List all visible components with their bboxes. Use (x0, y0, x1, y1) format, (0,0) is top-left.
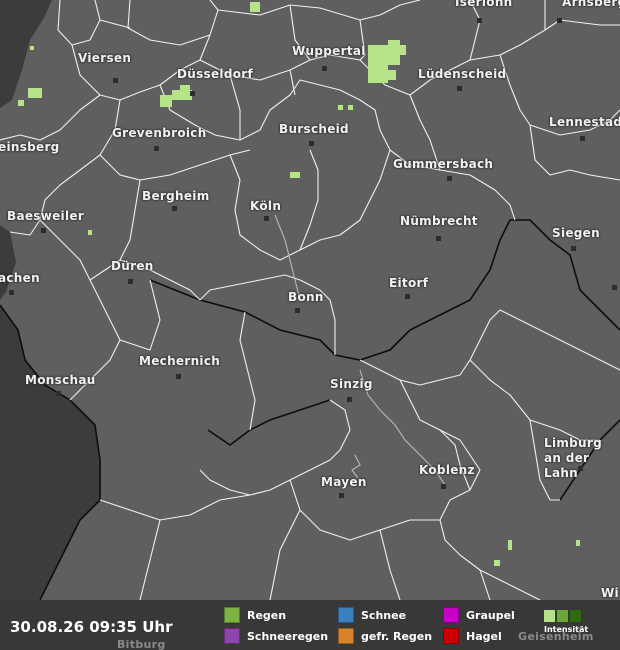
timestamp: 30.08.26 09:35 Uhr (10, 618, 173, 636)
legend-swatch (443, 628, 459, 644)
outside-area-belgium (0, 305, 100, 600)
city-dot (457, 86, 462, 91)
city-label: Koblenz (419, 463, 475, 477)
legend-label: Graupel (466, 608, 515, 622)
city-label: Arnsberg (562, 0, 620, 9)
legend-label: Schneeregen (247, 629, 329, 643)
city-label: Wi (601, 586, 619, 600)
legend-label: Regen (247, 608, 287, 622)
legend-item-hagel: Hagel (443, 628, 502, 644)
legend-label: Schnee (361, 608, 407, 622)
map-base-layer (0, 0, 620, 601)
city-dot (176, 374, 181, 379)
city-dot (322, 66, 327, 71)
legend-swatch (224, 628, 240, 644)
city-dot (264, 216, 269, 221)
city-label: Mayen (321, 475, 367, 489)
city-label: Bonn (288, 290, 324, 304)
city-dot (9, 290, 14, 295)
legend-bar: Bitburg Geisenheim 30.08.26 09:35 Uhr Re… (0, 600, 620, 650)
city-dot (154, 146, 159, 151)
city-dot (405, 294, 410, 299)
city-dot (571, 246, 576, 251)
city-dot (190, 91, 195, 96)
city-dot (56, 391, 61, 396)
city-label: Eitorf (389, 276, 429, 290)
city-dot (309, 141, 314, 146)
city-label: Sinzig (330, 377, 373, 391)
city-label: Siegen (552, 226, 600, 240)
intensity-scale: Intensität (544, 610, 588, 634)
city-label: Düren (111, 259, 154, 273)
legend-label: Hagel (466, 629, 502, 643)
legend-item-graupel: Graupel (443, 607, 515, 623)
city-label: Monschau (25, 373, 96, 387)
city-dot (477, 18, 482, 23)
outside-area-west (0, 0, 52, 108)
city-label: Wuppertal (292, 44, 366, 58)
city-dot (172, 206, 177, 211)
legend-swatch (224, 607, 240, 623)
city-label: Gummersbach (393, 157, 494, 171)
legend-item-schneeregen: Schneeregen (224, 628, 328, 644)
weather-radar-map[interactable]: Iserlohn Arnsberg Viersen Wuppertal Düss… (0, 0, 620, 650)
city-label: Limburg an der Lahn (544, 436, 603, 480)
city-label: achen (0, 271, 40, 285)
city-dot (580, 136, 585, 141)
legend-item-gefr-regen: gefr. Regen (338, 628, 432, 644)
rain-cells (18, 2, 580, 566)
intensity-step-medium (557, 610, 568, 622)
city-label: Düsseldorf (177, 67, 254, 81)
city-dot (41, 228, 46, 233)
city-dot (441, 484, 446, 489)
city-label: Mechernich (139, 354, 221, 368)
intensity-step-strong (570, 610, 581, 622)
city-dot (113, 78, 118, 83)
legend-item-regen: Regen (224, 607, 286, 623)
city-label: Viersen (78, 51, 132, 65)
intensity-bar (544, 610, 588, 622)
city-dot (612, 285, 617, 290)
city-label: Burscheid (279, 122, 349, 136)
legend-swatch (338, 628, 354, 644)
state-borders (0, 219, 620, 601)
city-dot (436, 236, 441, 241)
city-label: Grevenbroich (112, 126, 207, 140)
legend-swatch (443, 607, 459, 623)
city-dot (339, 493, 344, 498)
city-label: einsberg (0, 140, 60, 154)
legend-item-schnee: Schnee (338, 607, 406, 623)
city-label: Lennestadt (549, 115, 620, 129)
city-label: Lüdenscheid (418, 67, 507, 81)
city-dot (347, 397, 352, 402)
city-label: Baesweiler (7, 209, 85, 223)
city-dot (557, 18, 562, 23)
city-label: Iserlohn (455, 0, 513, 9)
city-dot (128, 279, 133, 284)
outside-area-southwest (0, 225, 16, 300)
city-label: Nümbrecht (400, 214, 478, 228)
legend-swatch (338, 607, 354, 623)
intensity-step-light (544, 610, 555, 622)
city-dot (447, 176, 452, 181)
city-label: Bitburg (117, 638, 166, 650)
intensity-label: Intensität (544, 625, 589, 634)
rivers (274, 214, 446, 486)
city-dot (295, 308, 300, 313)
legend-label: gefr. Regen (361, 629, 433, 643)
city-label: Köln (250, 199, 282, 213)
city-label: Bergheim (142, 189, 210, 203)
